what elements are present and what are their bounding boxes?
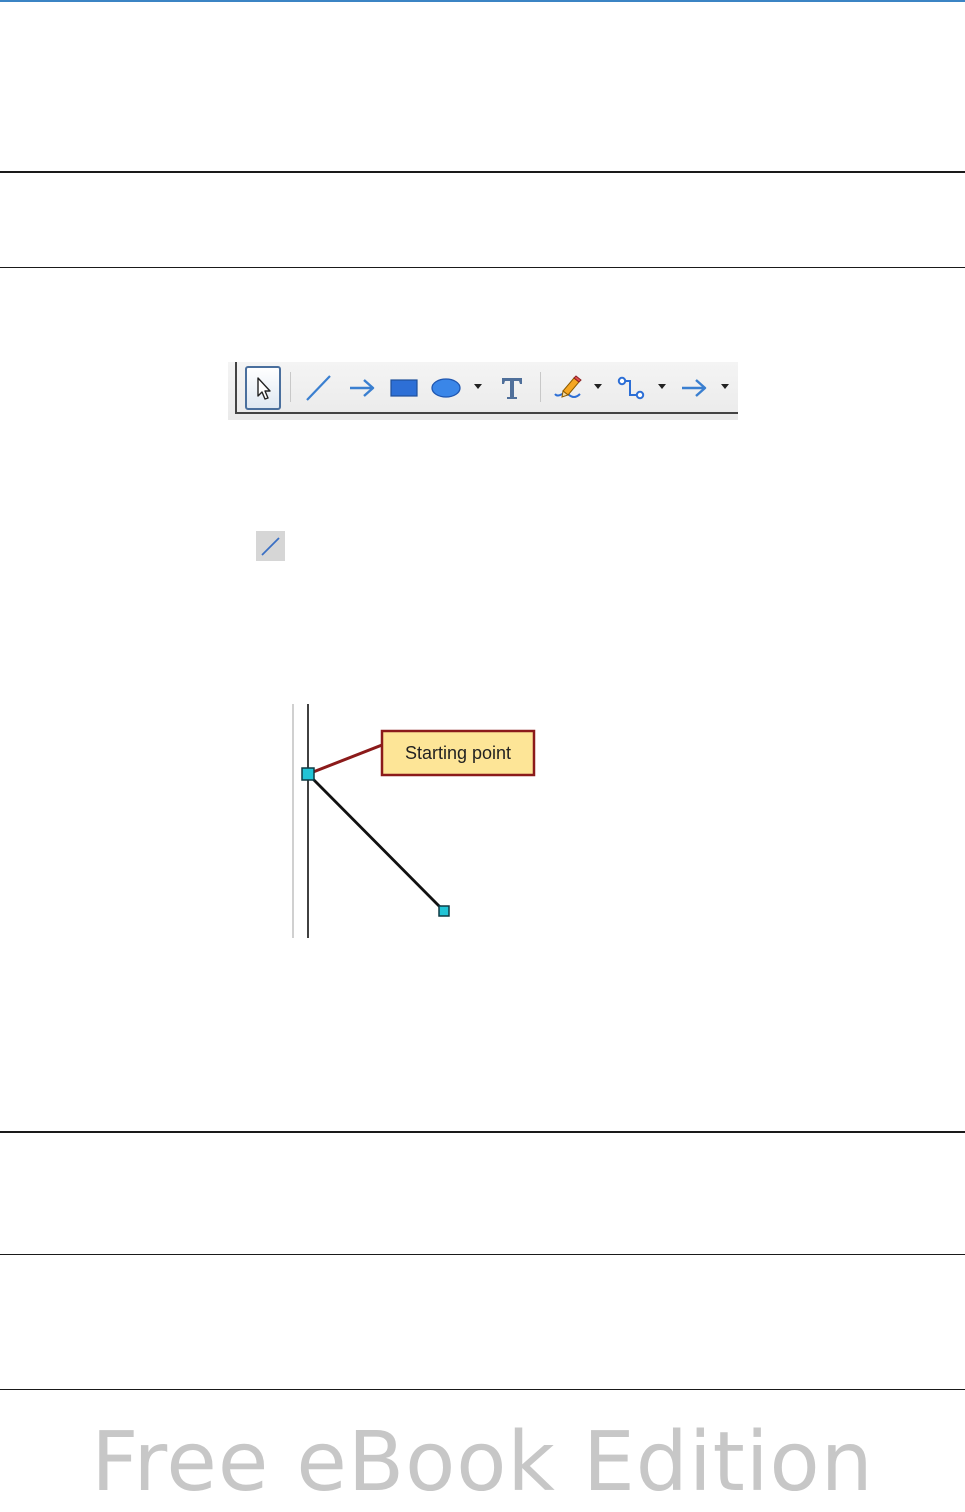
watermark-text: Free eBook Edition xyxy=(91,1415,874,1510)
connector-icon xyxy=(617,376,645,400)
callout-label: Starting point xyxy=(405,743,511,763)
arrow-line-button[interactable] xyxy=(344,366,380,410)
start-handle[interactable] xyxy=(301,767,315,781)
section-rule xyxy=(0,171,965,173)
callout-leader-line xyxy=(307,743,383,776)
select-button[interactable] xyxy=(245,366,281,410)
top-accent-rule xyxy=(0,0,965,2)
section-rule xyxy=(0,1254,965,1255)
line-icon xyxy=(261,537,280,556)
text-button[interactable] xyxy=(494,366,530,410)
arrow-right-icon xyxy=(350,379,375,397)
text-t-icon xyxy=(502,378,522,399)
arrow-right-icon xyxy=(682,379,707,397)
freeform-dropdown[interactable] xyxy=(592,376,604,396)
section-rule xyxy=(0,1389,965,1390)
connector-dropdown[interactable] xyxy=(656,376,668,396)
section-rule xyxy=(0,267,965,268)
chevron-down-icon xyxy=(474,384,482,389)
drawing-toolbar xyxy=(228,362,738,420)
line-tool-icon-inline xyxy=(256,531,285,561)
chevron-down-icon xyxy=(721,384,729,389)
rectangle-icon xyxy=(390,379,418,397)
drawn-line xyxy=(307,773,445,912)
lines-and-arrows-dropdown[interactable] xyxy=(719,376,731,396)
pointer-arrow-icon xyxy=(257,377,271,400)
lines-and-arrows-button[interactable] xyxy=(676,366,712,410)
line-button[interactable] xyxy=(300,366,336,410)
line-drawing-diagram: Starting point xyxy=(288,700,548,949)
ellipse-icon xyxy=(431,378,461,398)
chevron-down-icon xyxy=(594,384,602,389)
rectangle-button[interactable] xyxy=(386,366,422,410)
section-rule xyxy=(0,1131,965,1133)
toolbar-separator xyxy=(290,372,291,402)
ellipse-button[interactable] xyxy=(428,366,464,410)
ellipse-dropdown[interactable] xyxy=(472,376,484,396)
freeform-button[interactable] xyxy=(550,366,586,410)
end-handle[interactable] xyxy=(438,905,450,917)
toolbar-border xyxy=(235,412,738,414)
chevron-down-icon xyxy=(658,384,666,389)
connector-button[interactable] xyxy=(613,366,649,410)
line-icon xyxy=(306,375,331,401)
toolbar-grip[interactable] xyxy=(235,362,237,412)
freeform-pencil-icon xyxy=(554,375,582,398)
toolbar-separator xyxy=(540,372,541,402)
